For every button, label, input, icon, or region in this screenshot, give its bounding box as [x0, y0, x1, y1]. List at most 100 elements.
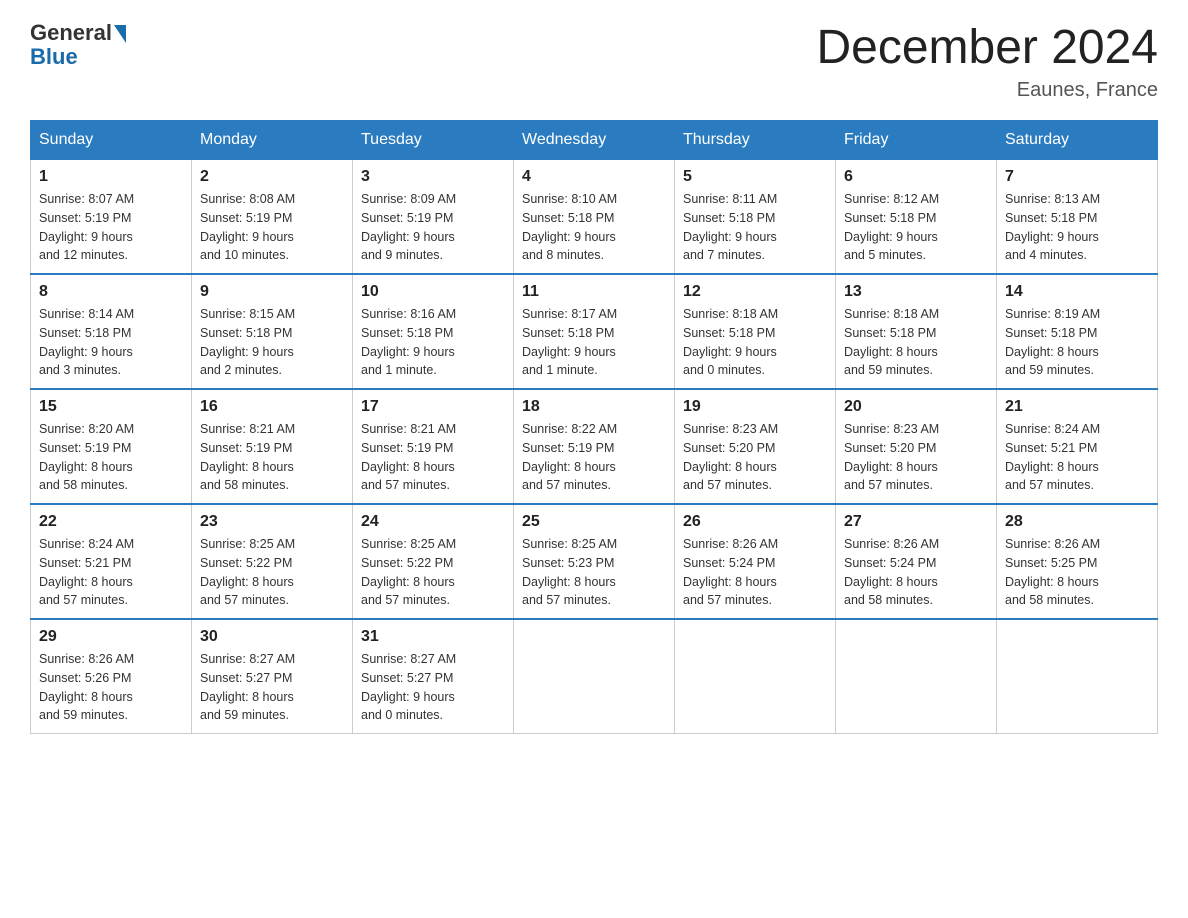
table-row: 20 Sunrise: 8:23 AM Sunset: 5:20 PM Dayl… — [836, 389, 997, 504]
day-number: 7 — [1005, 168, 1149, 186]
day-info: Sunrise: 8:27 AM Sunset: 5:27 PM Dayligh… — [361, 650, 505, 725]
day-info: Sunrise: 8:09 AM Sunset: 5:19 PM Dayligh… — [361, 190, 505, 265]
day-info: Sunrise: 8:08 AM Sunset: 5:19 PM Dayligh… — [200, 190, 344, 265]
header-thursday: Thursday — [675, 121, 836, 160]
day-number: 8 — [39, 283, 183, 301]
logo-triangle-icon — [114, 25, 126, 43]
day-number: 31 — [361, 628, 505, 646]
table-row: 9 Sunrise: 8:15 AM Sunset: 5:18 PM Dayli… — [192, 274, 353, 389]
table-row: 29 Sunrise: 8:26 AM Sunset: 5:26 PM Dayl… — [31, 619, 192, 734]
table-row: 16 Sunrise: 8:21 AM Sunset: 5:19 PM Dayl… — [192, 389, 353, 504]
page-header: General Blue December 2024 Eaunes, Franc… — [30, 20, 1158, 102]
day-info: Sunrise: 8:22 AM Sunset: 5:19 PM Dayligh… — [522, 420, 666, 495]
day-number: 20 — [844, 398, 988, 416]
table-row: 30 Sunrise: 8:27 AM Sunset: 5:27 PM Dayl… — [192, 619, 353, 734]
day-number: 2 — [200, 168, 344, 186]
table-row: 23 Sunrise: 8:25 AM Sunset: 5:22 PM Dayl… — [192, 504, 353, 619]
day-number: 27 — [844, 513, 988, 531]
month-title: December 2024 — [816, 20, 1158, 75]
day-number: 19 — [683, 398, 827, 416]
day-number: 22 — [39, 513, 183, 531]
day-info: Sunrise: 8:13 AM Sunset: 5:18 PM Dayligh… — [1005, 190, 1149, 265]
header-sunday: Sunday — [31, 121, 192, 160]
calendar-week-row: 15 Sunrise: 8:20 AM Sunset: 5:19 PM Dayl… — [31, 389, 1158, 504]
day-info: Sunrise: 8:23 AM Sunset: 5:20 PM Dayligh… — [844, 420, 988, 495]
table-row: 3 Sunrise: 8:09 AM Sunset: 5:19 PM Dayli… — [353, 160, 514, 275]
weekday-header-row: Sunday Monday Tuesday Wednesday Thursday… — [31, 121, 1158, 160]
table-row: 26 Sunrise: 8:26 AM Sunset: 5:24 PM Dayl… — [675, 504, 836, 619]
table-row — [836, 619, 997, 734]
day-info: Sunrise: 8:21 AM Sunset: 5:19 PM Dayligh… — [361, 420, 505, 495]
day-number: 11 — [522, 283, 666, 301]
day-number: 10 — [361, 283, 505, 301]
day-info: Sunrise: 8:25 AM Sunset: 5:23 PM Dayligh… — [522, 535, 666, 610]
table-row: 5 Sunrise: 8:11 AM Sunset: 5:18 PM Dayli… — [675, 160, 836, 275]
day-number: 4 — [522, 168, 666, 186]
day-number: 6 — [844, 168, 988, 186]
day-number: 16 — [200, 398, 344, 416]
day-info: Sunrise: 8:07 AM Sunset: 5:19 PM Dayligh… — [39, 190, 183, 265]
header-tuesday: Tuesday — [353, 121, 514, 160]
table-row: 10 Sunrise: 8:16 AM Sunset: 5:18 PM Dayl… — [353, 274, 514, 389]
day-number: 17 — [361, 398, 505, 416]
day-info: Sunrise: 8:26 AM Sunset: 5:24 PM Dayligh… — [844, 535, 988, 610]
day-info: Sunrise: 8:23 AM Sunset: 5:20 PM Dayligh… — [683, 420, 827, 495]
day-info: Sunrise: 8:16 AM Sunset: 5:18 PM Dayligh… — [361, 305, 505, 380]
day-info: Sunrise: 8:17 AM Sunset: 5:18 PM Dayligh… — [522, 305, 666, 380]
day-number: 1 — [39, 168, 183, 186]
day-number: 13 — [844, 283, 988, 301]
day-number: 29 — [39, 628, 183, 646]
header-monday: Monday — [192, 121, 353, 160]
day-number: 21 — [1005, 398, 1149, 416]
day-info: Sunrise: 8:18 AM Sunset: 5:18 PM Dayligh… — [844, 305, 988, 380]
day-number: 15 — [39, 398, 183, 416]
logo: General Blue — [30, 20, 126, 70]
day-number: 12 — [683, 283, 827, 301]
table-row — [514, 619, 675, 734]
table-row: 12 Sunrise: 8:18 AM Sunset: 5:18 PM Dayl… — [675, 274, 836, 389]
day-info: Sunrise: 8:18 AM Sunset: 5:18 PM Dayligh… — [683, 305, 827, 380]
table-row: 21 Sunrise: 8:24 AM Sunset: 5:21 PM Dayl… — [997, 389, 1158, 504]
table-row: 27 Sunrise: 8:26 AM Sunset: 5:24 PM Dayl… — [836, 504, 997, 619]
table-row: 18 Sunrise: 8:22 AM Sunset: 5:19 PM Dayl… — [514, 389, 675, 504]
calendar-week-row: 8 Sunrise: 8:14 AM Sunset: 5:18 PM Dayli… — [31, 274, 1158, 389]
table-row: 22 Sunrise: 8:24 AM Sunset: 5:21 PM Dayl… — [31, 504, 192, 619]
title-section: December 2024 Eaunes, France — [816, 20, 1158, 102]
table-row: 6 Sunrise: 8:12 AM Sunset: 5:18 PM Dayli… — [836, 160, 997, 275]
calendar-week-row: 22 Sunrise: 8:24 AM Sunset: 5:21 PM Dayl… — [31, 504, 1158, 619]
table-row: 17 Sunrise: 8:21 AM Sunset: 5:19 PM Dayl… — [353, 389, 514, 504]
day-info: Sunrise: 8:10 AM Sunset: 5:18 PM Dayligh… — [522, 190, 666, 265]
day-number: 5 — [683, 168, 827, 186]
table-row: 24 Sunrise: 8:25 AM Sunset: 5:22 PM Dayl… — [353, 504, 514, 619]
day-number: 30 — [200, 628, 344, 646]
day-number: 18 — [522, 398, 666, 416]
table-row — [675, 619, 836, 734]
table-row: 4 Sunrise: 8:10 AM Sunset: 5:18 PM Dayli… — [514, 160, 675, 275]
day-info: Sunrise: 8:26 AM Sunset: 5:25 PM Dayligh… — [1005, 535, 1149, 610]
day-number: 14 — [1005, 283, 1149, 301]
calendar-table: Sunday Monday Tuesday Wednesday Thursday… — [30, 120, 1158, 734]
table-row — [997, 619, 1158, 734]
day-info: Sunrise: 8:14 AM Sunset: 5:18 PM Dayligh… — [39, 305, 183, 380]
day-number: 3 — [361, 168, 505, 186]
logo-blue-text: Blue — [30, 44, 78, 70]
header-wednesday: Wednesday — [514, 121, 675, 160]
day-info: Sunrise: 8:19 AM Sunset: 5:18 PM Dayligh… — [1005, 305, 1149, 380]
day-info: Sunrise: 8:12 AM Sunset: 5:18 PM Dayligh… — [844, 190, 988, 265]
day-info: Sunrise: 8:24 AM Sunset: 5:21 PM Dayligh… — [39, 535, 183, 610]
table-row: 31 Sunrise: 8:27 AM Sunset: 5:27 PM Dayl… — [353, 619, 514, 734]
table-row: 11 Sunrise: 8:17 AM Sunset: 5:18 PM Dayl… — [514, 274, 675, 389]
day-number: 25 — [522, 513, 666, 531]
table-row: 19 Sunrise: 8:23 AM Sunset: 5:20 PM Dayl… — [675, 389, 836, 504]
table-row: 13 Sunrise: 8:18 AM Sunset: 5:18 PM Dayl… — [836, 274, 997, 389]
table-row: 8 Sunrise: 8:14 AM Sunset: 5:18 PM Dayli… — [31, 274, 192, 389]
table-row: 1 Sunrise: 8:07 AM Sunset: 5:19 PM Dayli… — [31, 160, 192, 275]
day-number: 23 — [200, 513, 344, 531]
table-row: 2 Sunrise: 8:08 AM Sunset: 5:19 PM Dayli… — [192, 160, 353, 275]
day-number: 9 — [200, 283, 344, 301]
calendar-week-row: 1 Sunrise: 8:07 AM Sunset: 5:19 PM Dayli… — [31, 160, 1158, 275]
header-friday: Friday — [836, 121, 997, 160]
day-info: Sunrise: 8:26 AM Sunset: 5:24 PM Dayligh… — [683, 535, 827, 610]
table-row: 7 Sunrise: 8:13 AM Sunset: 5:18 PM Dayli… — [997, 160, 1158, 275]
day-info: Sunrise: 8:25 AM Sunset: 5:22 PM Dayligh… — [361, 535, 505, 610]
